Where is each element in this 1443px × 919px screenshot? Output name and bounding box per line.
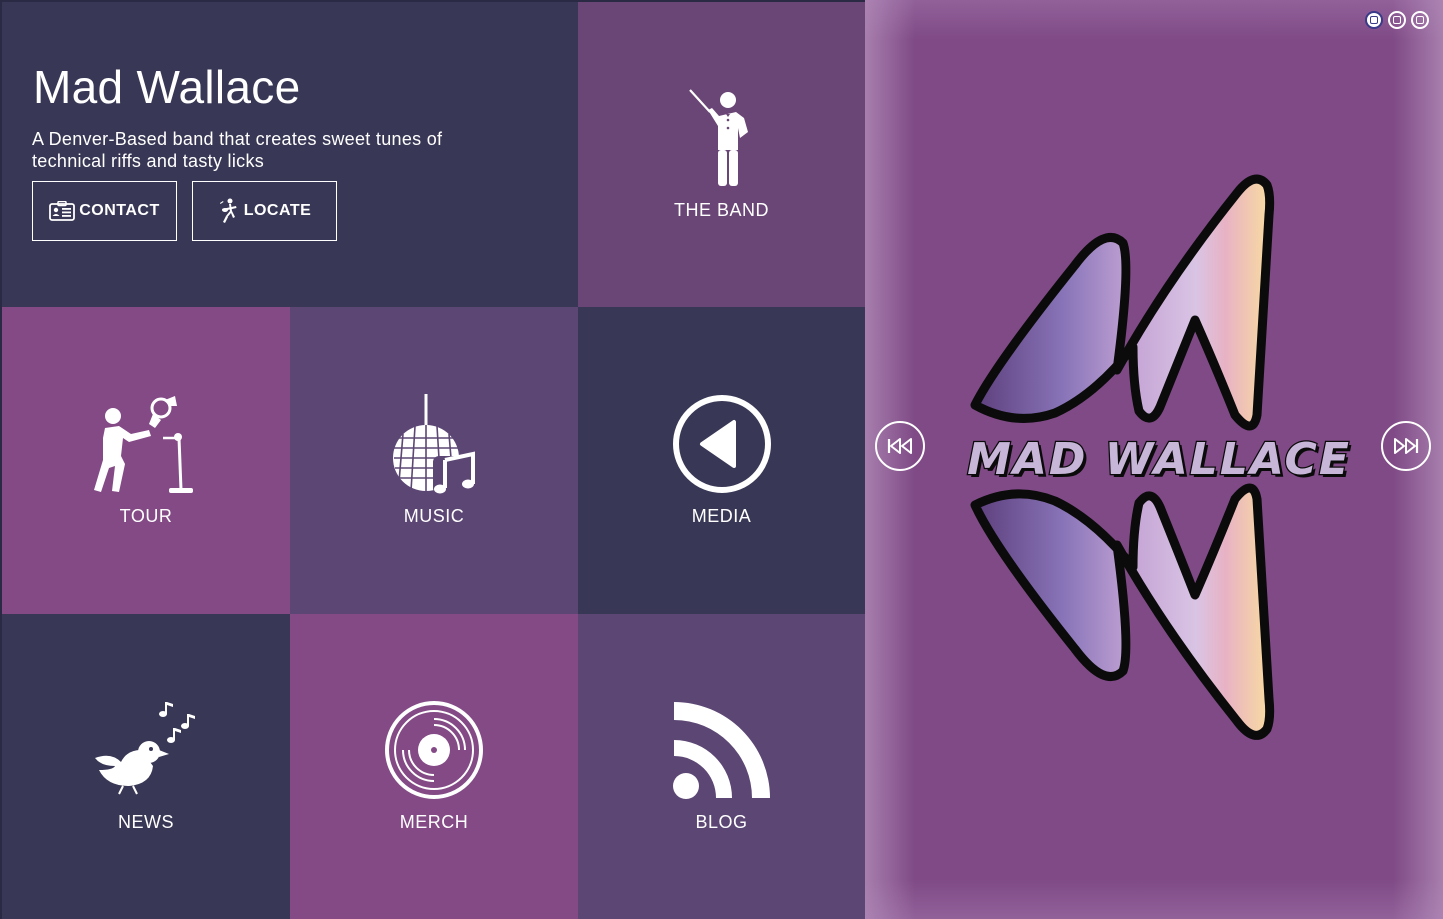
slider-edge-glow-top xyxy=(865,0,1443,40)
tile-label: MEDIA xyxy=(691,506,752,526)
locate-button[interactable]: LOCATE xyxy=(192,181,337,241)
locate-label: LOCATE xyxy=(243,202,312,219)
logo-bottom-m xyxy=(970,483,1275,740)
rewind-icon xyxy=(887,438,912,454)
tile-tour[interactable]: TOUR xyxy=(2,307,290,614)
play-circle-icon xyxy=(672,395,771,493)
logo-top-m xyxy=(970,174,1275,431)
tile-label: NEWS xyxy=(118,812,174,832)
tile-news[interactable]: NEWS xyxy=(2,614,290,919)
tile-the-band[interactable]: THE BAND xyxy=(578,2,865,307)
vinyl-record-icon xyxy=(385,701,483,799)
slider-dot-1[interactable] xyxy=(1365,11,1383,29)
guitarist-icon xyxy=(219,198,237,223)
slider-next-button[interactable] xyxy=(1381,421,1431,471)
id-card-icon xyxy=(49,201,76,221)
site-title: Mad Wallace xyxy=(33,61,301,113)
site-tagline: A Denver-Based band that creates sweet t… xyxy=(32,129,443,171)
tile-label: MERCH xyxy=(399,812,469,832)
slider-edge-glow-bottom xyxy=(865,879,1443,919)
disco-ball-music-note-icon xyxy=(393,394,477,494)
image-slider: MAD WALLACE MAD WALLACE xyxy=(865,0,1443,919)
tile-merch[interactable]: MERCH xyxy=(290,614,578,919)
slider-dot-3[interactable] xyxy=(1411,11,1429,29)
singing-bird-icon xyxy=(95,702,195,795)
tile-label: BLOG xyxy=(695,812,748,832)
slider-prev-button[interactable] xyxy=(875,421,925,471)
tile-label: TOUR xyxy=(119,506,173,526)
logo-text: MAD WALLACE xyxy=(967,434,1351,485)
conductor-icon xyxy=(688,89,748,186)
singer-microphone-icon xyxy=(94,396,193,493)
rss-feed-icon xyxy=(672,702,770,799)
contact-button[interactable]: CONTACT xyxy=(32,181,177,241)
slider-dot-2[interactable] xyxy=(1388,11,1406,29)
tile-music[interactable]: MUSIC xyxy=(290,307,578,614)
slider-pagination xyxy=(1365,11,1429,29)
tile-media[interactable]: MEDIA xyxy=(578,307,865,614)
tile-label: MUSIC xyxy=(403,506,465,526)
tile-blog[interactable]: BLOG xyxy=(578,614,865,919)
hero-panel: Mad Wallace A Denver-Based band that cre… xyxy=(2,2,578,307)
mad-wallace-logo: MAD WALLACE MAD WALLACE xyxy=(966,174,1352,740)
contact-label: CONTACT xyxy=(79,202,160,219)
tile-label: THE BAND xyxy=(673,200,769,220)
fast-forward-icon xyxy=(1394,438,1419,454)
